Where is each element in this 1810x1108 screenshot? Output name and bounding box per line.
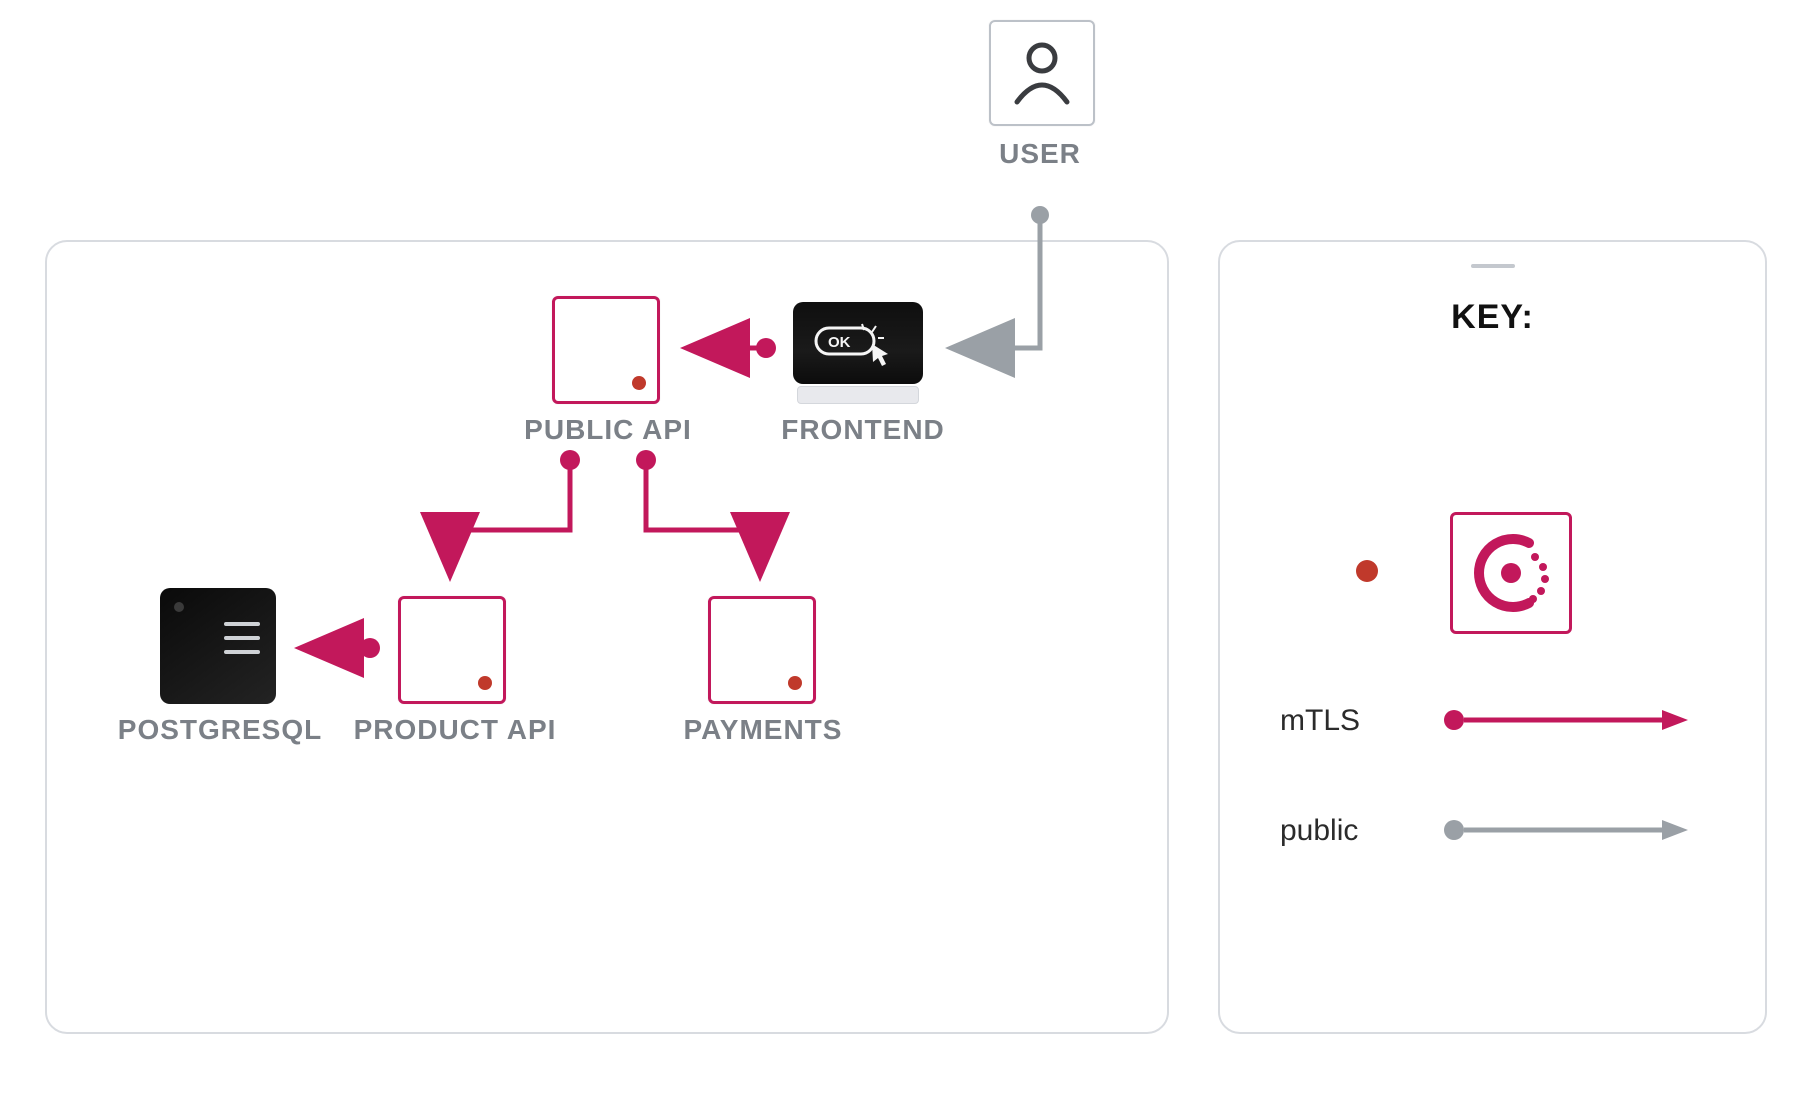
edge-frontend-publicapi [690,338,776,358]
legend-sidecar-row [1220,502,1765,642]
drag-handle-icon[interactable] [1471,264,1515,268]
edge-publicapi-productapi [450,450,580,572]
diagram-canvas: USER PUBLIC API OK FRONTEND PRODUCT API [0,0,1810,1108]
legend-public-row: public [1220,802,1765,862]
edge-publicapi-payments [636,450,760,572]
key-panel: KEY: mTLS [1218,240,1767,1034]
legend-public-arrow-icon [1440,810,1700,850]
legend-mtls-label: mTLS [1280,704,1360,738]
legend-public-label: public [1280,814,1358,848]
legend-dot-icon [1356,560,1378,582]
key-title: KEY: [1220,298,1765,337]
legend-mtls-arrow-icon [1440,700,1700,740]
edge-user-frontend [955,206,1049,348]
legend-mtls-row: mTLS [1220,692,1765,752]
edge-productapi-postgres [304,638,380,658]
consul-icon [1450,512,1572,634]
